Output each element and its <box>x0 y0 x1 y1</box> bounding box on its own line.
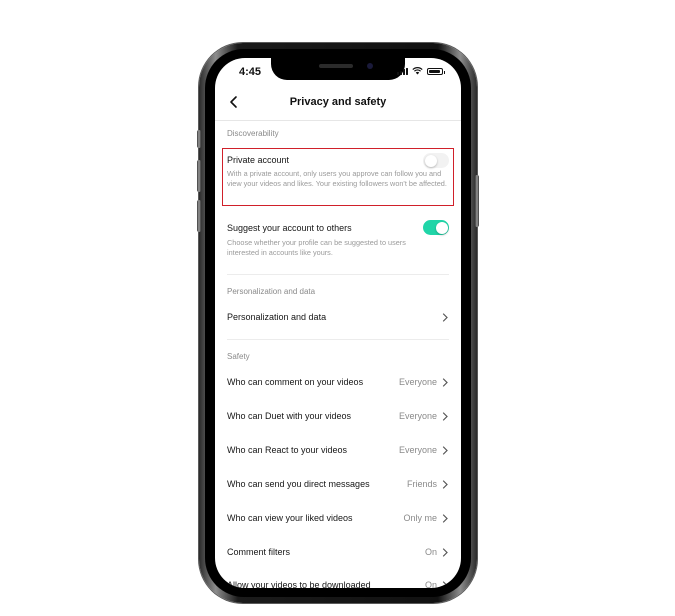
row-label: Who can Duet with your videos <box>227 411 352 421</box>
battery-icon <box>427 68 445 75</box>
volume-up-button <box>197 160 201 192</box>
row-value: Friends <box>406 479 437 489</box>
toggle-knob <box>424 154 437 167</box>
status-time: 4:45 <box>239 66 262 78</box>
row-value: On <box>424 580 437 588</box>
chevron-right-icon <box>442 313 448 322</box>
personalization-row[interactable]: Personalization and data <box>215 304 461 330</box>
row-value: On <box>424 547 437 557</box>
chevron-right-icon <box>442 480 448 489</box>
status-icons <box>397 67 445 75</box>
chevron-right-icon <box>442 446 448 455</box>
safety-row-comment-filters[interactable]: Comment filters On <box>215 539 461 565</box>
section-divider <box>227 274 449 275</box>
row-label: Who can view your liked videos <box>227 513 353 523</box>
volume-down-button <box>197 200 201 232</box>
row-value: Only me <box>403 513 437 523</box>
private-account-toggle[interactable] <box>423 153 449 168</box>
suggest-account-title: Suggest your account to others <box>227 223 352 233</box>
private-account-title: Private account <box>227 155 290 165</box>
page-title: Privacy and safety <box>289 96 387 108</box>
front-camera <box>367 63 373 69</box>
suggest-account-description: Choose whether your profile can be sugge… <box>227 238 406 257</box>
row-label: Who can React to your videos <box>227 445 348 455</box>
row-value: Everyone <box>398 411 437 421</box>
chevron-right-icon <box>442 548 448 557</box>
wifi-icon <box>412 67 423 75</box>
safety-row-duet[interactable]: Who can Duet with your videos Everyone <box>215 403 461 429</box>
row-label: Allow your videos to be downloaded <box>227 580 371 588</box>
silent-switch <box>197 130 201 148</box>
phone-screen: 4:45 Privacy and safety Discoverability … <box>215 58 461 588</box>
section-divider <box>227 339 449 340</box>
row-label: Who can comment on your videos <box>227 377 364 387</box>
safety-row-react[interactable]: Who can React to your videos Everyone <box>215 437 461 463</box>
notch <box>271 58 405 80</box>
row-value: Everyone <box>398 377 437 387</box>
row-value: Everyone <box>398 445 437 455</box>
section-heading-safety: Safety <box>227 352 250 361</box>
section-heading-personalization: Personalization and data <box>227 287 316 296</box>
safety-row-comment[interactable]: Who can comment on your videos Everyone <box>215 369 461 395</box>
row-label: Who can send you direct messages <box>227 479 370 489</box>
suggest-account-toggle[interactable] <box>423 220 449 235</box>
chevron-right-icon <box>442 412 448 421</box>
chevron-right-icon <box>442 378 448 387</box>
stage: 4:45 Privacy and safety Discoverability … <box>0 0 675 616</box>
row-label: Comment filters <box>227 547 291 557</box>
toggle-knob <box>435 221 448 234</box>
safety-row-direct-messages[interactable]: Who can send you direct messages Friends <box>215 471 461 497</box>
section-heading-discoverability: Discoverability <box>227 129 279 138</box>
chevron-right-icon <box>442 514 448 523</box>
speaker <box>319 64 353 68</box>
nav-bar: Privacy and safety <box>215 92 461 114</box>
safety-row-liked-videos[interactable]: Who can view your liked videos Only me <box>215 505 461 531</box>
nav-divider <box>215 120 461 121</box>
row-label: Personalization and data <box>227 312 327 322</box>
power-button <box>475 175 479 227</box>
chevron-right-icon <box>442 581 448 588</box>
safety-row-downloads[interactable]: Allow your videos to be downloaded On <box>215 572 461 588</box>
signal-icon <box>397 67 408 75</box>
private-account-description: With a private account, only users you a… <box>227 169 447 188</box>
